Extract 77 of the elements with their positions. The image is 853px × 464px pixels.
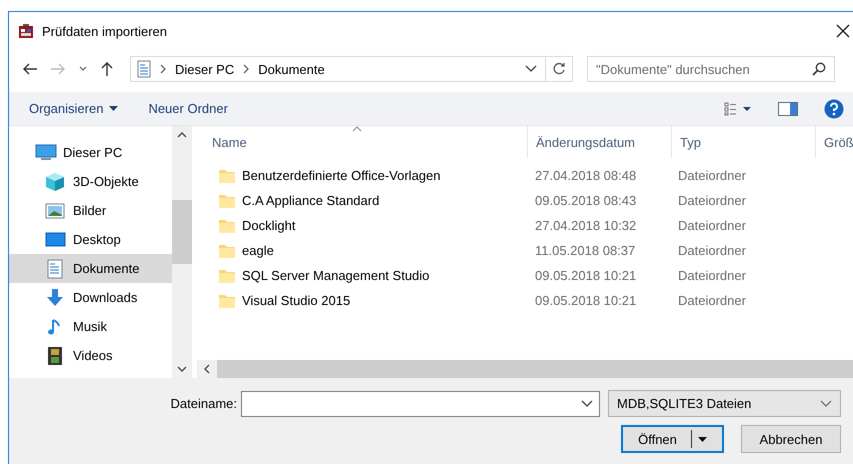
column-header[interactable]: Größ bbox=[816, 126, 853, 158]
breadcrumb-chevron-icon bbox=[159, 64, 167, 74]
sidebar-item[interactable]: Musik bbox=[9, 312, 172, 341]
dropdown-caret-icon bbox=[109, 106, 118, 111]
window-title: Prüfdaten importieren bbox=[42, 24, 168, 38]
view-options-icon[interactable] bbox=[724, 102, 752, 116]
sidebar-item[interactable]: Dieser PC bbox=[9, 138, 172, 167]
file-name[interactable]: Visual Studio 2015 bbox=[197, 292, 527, 308]
toolbar-button[interactable]: Neuer Ordner bbox=[140, 97, 236, 120]
table-cell-text: 09.05.2018 08:43 bbox=[534, 193, 638, 208]
monitor-icon bbox=[45, 230, 67, 250]
table-cell-text: 09.05.2018 10:21 bbox=[534, 268, 638, 283]
file-name[interactable]: SQL Server Management Studio bbox=[197, 268, 527, 284]
search-icon bbox=[812, 62, 826, 76]
folder-icon bbox=[218, 168, 236, 184]
scroll-left-icon bbox=[204, 364, 210, 374]
toolbar-button[interactable]: Organisieren bbox=[21, 97, 126, 120]
table-cell-text: Dateiordner bbox=[677, 168, 747, 183]
filename-field[interactable] bbox=[241, 390, 600, 416]
chevron-down-icon bbox=[820, 400, 832, 408]
file-name[interactable]: Docklight bbox=[197, 218, 527, 234]
folder-icon bbox=[218, 218, 236, 234]
chevron-down-icon bbox=[581, 400, 593, 408]
help-icon[interactable] bbox=[824, 98, 844, 118]
breadcrumb[interactable]: Dieser PC bbox=[175, 62, 234, 76]
refresh-icon bbox=[552, 62, 566, 76]
file-name[interactable]: Benutzerdefinierte Office-Vorlagen bbox=[197, 168, 527, 184]
search-field[interactable]: "Dokumente" durchsuchen bbox=[587, 56, 835, 82]
computer-icon bbox=[35, 142, 57, 162]
folder-icon bbox=[218, 292, 236, 308]
sidebar-item[interactable]: Dokumente bbox=[9, 254, 172, 283]
file-name[interactable]: C.A Appliance Standard bbox=[197, 192, 527, 208]
up-arrow-icon[interactable] bbox=[100, 61, 114, 77]
document-icon bbox=[137, 60, 151, 78]
close-icon[interactable] bbox=[836, 24, 850, 38]
folder-icon bbox=[218, 192, 236, 208]
table-cell-text: 27.04.2018 08:48 bbox=[534, 168, 638, 183]
address-bar[interactable]: Dieser PC Dokumente bbox=[130, 56, 546, 82]
back-arrow-icon[interactable] bbox=[22, 62, 38, 76]
sidebar-item[interactable]: Bilder bbox=[9, 196, 172, 225]
cube-icon bbox=[45, 172, 67, 192]
folder-icon bbox=[218, 242, 236, 258]
table-cell-text: 09.05.2018 10:21 bbox=[534, 293, 638, 308]
sidebar-item[interactable]: Videos bbox=[9, 341, 172, 370]
sidebar-item[interactable]: Desktop bbox=[9, 225, 172, 254]
scroll-up-icon bbox=[177, 132, 187, 138]
scroll-down-icon bbox=[177, 366, 187, 372]
chevron-down-icon[interactable] bbox=[525, 65, 537, 73]
table-cell-text: Dateiordner bbox=[677, 268, 747, 283]
sort-up-icon bbox=[352, 126, 362, 132]
app-icon bbox=[18, 23, 34, 39]
filename-label: Dateiname: bbox=[170, 396, 238, 411]
sidebar-item[interactable]: 3D-Objekte bbox=[9, 167, 172, 196]
dropdown-caret-icon bbox=[698, 436, 707, 442]
refresh-button[interactable] bbox=[546, 56, 573, 82]
column-header[interactable]: Typ bbox=[672, 126, 816, 158]
folder-icon bbox=[218, 268, 236, 284]
open-button[interactable]: Öffnen bbox=[621, 425, 724, 453]
breadcrumb-chevron-icon bbox=[242, 64, 250, 74]
table-cell-text: 27.04.2018 10:32 bbox=[534, 218, 638, 233]
preview-pane-icon[interactable] bbox=[778, 102, 798, 116]
column-header[interactable]: Änderungsdatum bbox=[528, 126, 672, 158]
column-header[interactable]: Name bbox=[197, 126, 528, 158]
vertical-scrollbar[interactable] bbox=[172, 126, 192, 378]
file-type-dropdown[interactable]: MDB,SQLITE3 Dateien bbox=[608, 390, 841, 417]
table-cell-text: 11.05.2018 08:37 bbox=[534, 243, 636, 258]
breadcrumb[interactable]: Dokumente bbox=[258, 62, 325, 76]
scroll-thumb[interactable] bbox=[172, 200, 192, 264]
table-cell-text: Dateiordner bbox=[677, 193, 747, 208]
table-cell-text: Dateiordner bbox=[677, 243, 747, 258]
chevron-down-icon[interactable] bbox=[78, 65, 88, 73]
sidebar-item[interactable]: Downloads bbox=[9, 283, 172, 312]
cancel-button[interactable]: Abbrechen bbox=[741, 425, 841, 453]
table-cell-text: Dateiordner bbox=[677, 293, 747, 308]
table-cell-text: Dateiordner bbox=[677, 218, 747, 233]
file-name[interactable]: eagle bbox=[197, 242, 527, 258]
picture-icon bbox=[45, 200, 67, 220]
